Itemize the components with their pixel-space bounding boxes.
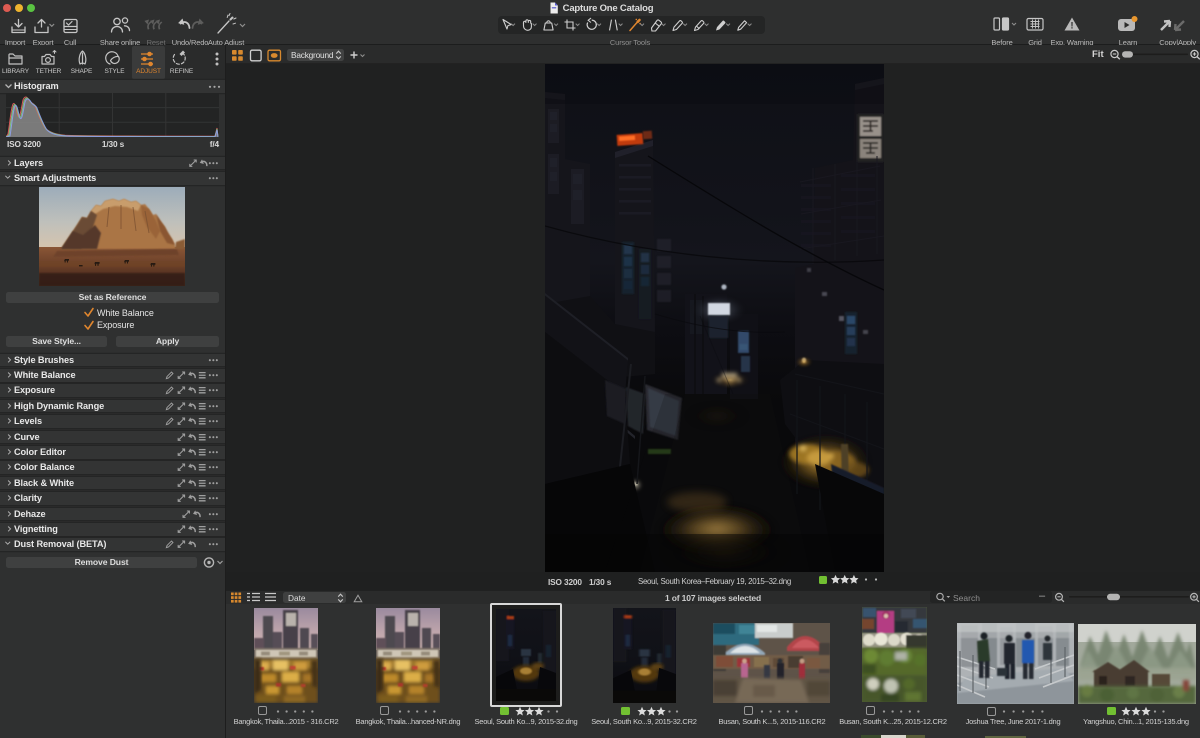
svg-text:!: ! — [1071, 20, 1074, 30]
